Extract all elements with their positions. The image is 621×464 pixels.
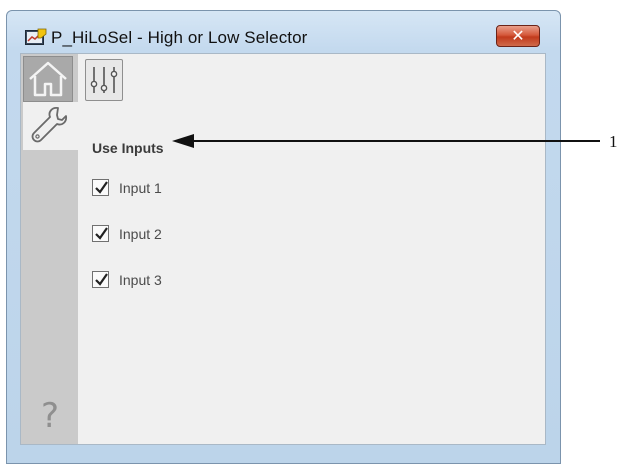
- sidebar-item-home[interactable]: [23, 56, 73, 102]
- faceplate-window: P_HiLoSel - High or Low Selector ✕ ? Use…: [6, 10, 561, 464]
- help-icon: ?: [40, 396, 60, 436]
- sidebar-item-help[interactable]: ?: [33, 394, 67, 438]
- home-icon: [29, 61, 67, 97]
- checkmark-icon: [95, 273, 108, 286]
- sidebar-item-maintenance[interactable]: [23, 102, 78, 150]
- app-icon: [25, 28, 47, 46]
- input-3-checkbox[interactable]: [92, 271, 109, 288]
- sliders-icon: [90, 67, 118, 93]
- window-title: P_HiLoSel - High or Low Selector: [51, 28, 308, 47]
- callout-arrow-icon: [172, 134, 194, 148]
- checkmark-icon: [95, 227, 108, 240]
- input-2-label: Input 2: [119, 226, 162, 242]
- input-1-label: Input 1: [119, 180, 162, 196]
- callout-line: [190, 140, 600, 142]
- close-button[interactable]: ✕: [496, 25, 540, 47]
- wrench-icon: [31, 106, 68, 143]
- close-icon: ✕: [511, 26, 525, 45]
- callout-number: 1: [609, 132, 618, 151]
- tab-tuning[interactable]: [85, 59, 123, 101]
- faceplate-client: ? Use Inputs Input 1 Input 2 Input 3: [20, 53, 546, 445]
- checkmark-icon: [95, 181, 108, 194]
- input-1-checkbox[interactable]: [92, 179, 109, 196]
- input-2-checkbox[interactable]: [92, 225, 109, 242]
- use-inputs-label: Use Inputs: [92, 140, 164, 156]
- title-bar[interactable]: P_HiLoSel - High or Low Selector ✕: [7, 11, 560, 53]
- sidebar: ?: [21, 54, 78, 444]
- input-3-label: Input 3: [119, 272, 162, 288]
